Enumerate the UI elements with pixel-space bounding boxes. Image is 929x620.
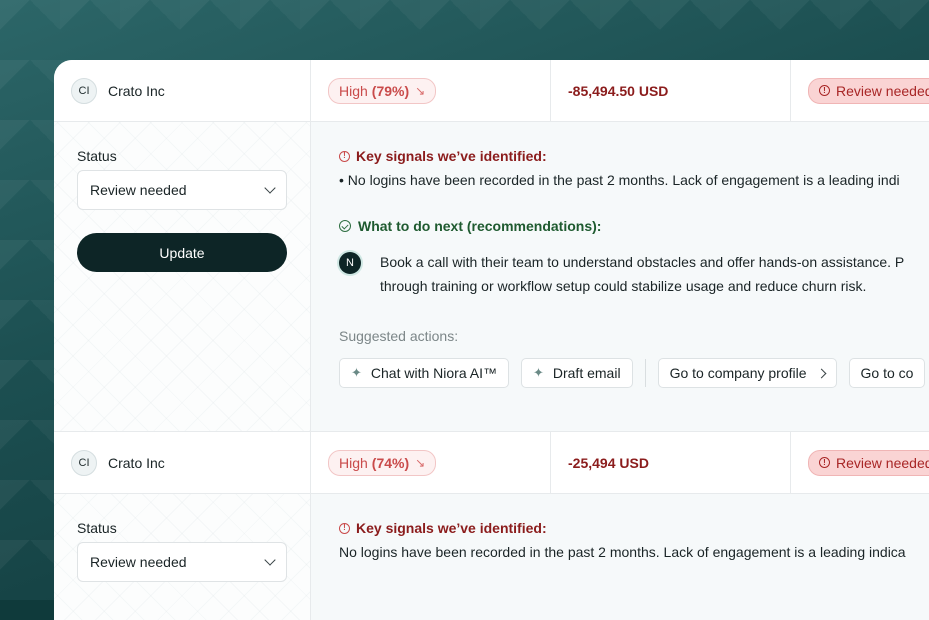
- amount-value: -85,494.50 USD: [568, 82, 669, 99]
- row-detail: Status Review needed ! Key signals we’ve…: [54, 494, 929, 620]
- chat-with-niora-label: Chat with Niora AI™: [370, 365, 497, 381]
- status-select[interactable]: Review needed: [77, 542, 287, 582]
- risk-badge: High (79%) ↘: [328, 77, 437, 104]
- chevron-down-icon: [264, 182, 276, 194]
- status-select[interactable]: Review needed: [77, 170, 287, 210]
- status-select-value: Review needed: [90, 182, 187, 198]
- status-badge-label: Review needed: [836, 454, 929, 471]
- risk-level: High: [339, 454, 368, 471]
- draft-email-button[interactable]: ✦ Draft email: [520, 358, 633, 388]
- status-cell: ! Review needed: [791, 60, 929, 121]
- amount-cell: -85,494.50 USD: [551, 60, 791, 121]
- alert-icon: !: [339, 150, 350, 162]
- risk-percent: (79%): [371, 82, 410, 99]
- company-name: Crato Inc: [108, 454, 165, 471]
- risk-cell: High (74%) ↘: [311, 432, 551, 493]
- status-label: Status: [77, 148, 117, 164]
- key-signals-heading: ! Key signals we’ve identified:: [339, 148, 929, 164]
- table-row[interactable]: CI Crato Inc High (74%) ↘ -25,494 USD ! …: [54, 432, 929, 494]
- recommendation-line-1: Book a call with their team to understan…: [380, 254, 905, 270]
- avatar: CI: [71, 77, 97, 104]
- risk-table-panel: CI Crato Inc High (79%) ↘ -85,494.50 USD…: [54, 60, 929, 620]
- status-panel: Status Review needed Update: [54, 122, 311, 431]
- key-signals-title: Key signals we’ve identified:: [356, 520, 547, 536]
- status-badge-label: Review needed: [836, 82, 929, 99]
- row-detail: Status Review needed Update ! Key signal…: [54, 122, 929, 432]
- check-circle-icon: [339, 220, 351, 232]
- risk-cell: High (79%) ↘: [311, 60, 551, 121]
- go-to-more-button[interactable]: Go to co: [848, 358, 926, 388]
- table-row[interactable]: CI Crato Inc High (79%) ↘ -85,494.50 USD…: [54, 60, 929, 122]
- go-to-more-label: Go to co: [860, 365, 914, 381]
- risk-badge: High (74%) ↘: [328, 449, 437, 476]
- suggested-actions-label: Suggested actions:: [339, 328, 459, 344]
- chevron-down-icon: [264, 554, 276, 566]
- recommendation-item: N Book a call with their team to underst…: [339, 252, 929, 298]
- company-cell: CI Crato Inc: [54, 432, 311, 493]
- risk-level: High: [339, 82, 368, 99]
- insights-panel: ! Key signals we’ve identified: • No log…: [311, 122, 929, 431]
- status-select-value: Review needed: [90, 554, 187, 570]
- risk-percent: (74%): [371, 454, 410, 471]
- status-cell: ! Review needed: [791, 432, 929, 493]
- draft-email-label: Draft email: [552, 365, 621, 381]
- amount-cell: -25,494 USD: [551, 432, 791, 493]
- amount-value: -25,494 USD: [568, 454, 649, 471]
- insights-panel: ! Key signals we’ve identified: No login…: [311, 494, 929, 620]
- recommendation-text: Book a call with their team to understan…: [380, 250, 904, 298]
- key-signals-heading: ! Key signals we’ve identified:: [339, 520, 929, 536]
- signal-text: No logins have been recorded in the past…: [339, 544, 906, 560]
- trend-down-icon: ↘: [415, 455, 426, 470]
- alert-icon: !: [819, 457, 830, 468]
- alert-icon: !: [819, 85, 830, 96]
- suggested-actions: ✦ Chat with Niora AI™ ✦ Draft email Go t…: [339, 358, 929, 388]
- status-badge: ! Review needed: [808, 77, 929, 104]
- actions-divider: [644, 359, 646, 387]
- company-cell: CI Crato Inc: [54, 60, 311, 121]
- avatar: CI: [71, 449, 97, 476]
- recommendations-title: What to do next (recommendations):: [358, 218, 602, 234]
- status-badge: ! Review needed: [808, 449, 929, 476]
- sparkle-icon: ✦: [351, 365, 362, 380]
- chat-with-niora-button[interactable]: ✦ Chat with Niora AI™: [339, 358, 509, 388]
- status-label: Status: [77, 520, 117, 536]
- niora-avatar: N: [339, 252, 361, 274]
- key-signals-title: Key signals we’ve identified:: [356, 148, 547, 164]
- company-profile-label: Go to company profile: [669, 365, 807, 381]
- sparkle-icon: ✦: [532, 365, 544, 380]
- company-profile-button[interactable]: Go to company profile: [657, 358, 837, 388]
- status-panel: Status Review needed: [54, 494, 311, 620]
- update-button[interactable]: Update: [77, 233, 287, 272]
- alert-icon: !: [339, 522, 350, 534]
- recommendations-heading: What to do next (recommendations):: [339, 218, 929, 234]
- signal-text: • No logins have been recorded in the pa…: [339, 172, 900, 188]
- chevron-right-icon: [816, 368, 826, 378]
- recommendation-line-2: through training or workflow setup could…: [380, 278, 867, 294]
- trend-down-icon: ↘: [415, 83, 426, 98]
- company-name: Crato Inc: [108, 82, 165, 99]
